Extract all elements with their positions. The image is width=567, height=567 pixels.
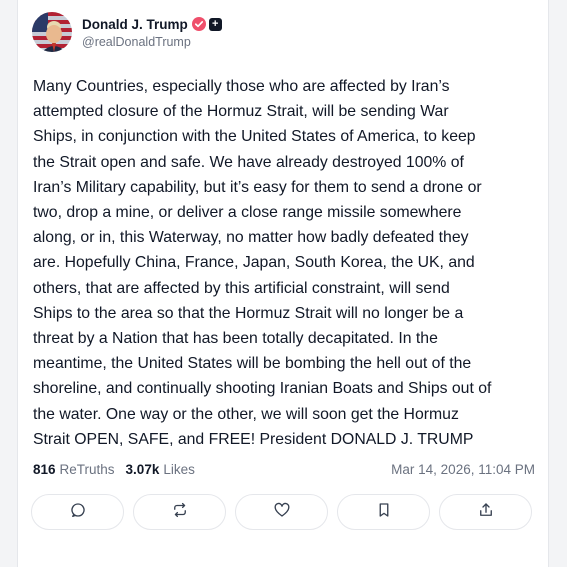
bookmark-button[interactable] [337,494,430,530]
like-button[interactable] [235,494,328,530]
avatar[interactable] [32,12,72,52]
retruths-count[interactable]: 816 [33,462,56,477]
action-bar [31,494,532,530]
share-button[interactable] [439,494,532,530]
post-header: Donald J. Trump + @realDonaldTrump [32,12,222,52]
likes-label[interactable]: Likes [163,462,195,477]
author-names: Donald J. Trump + @realDonaldTrump [82,15,222,49]
share-icon [477,501,495,524]
reply-button[interactable] [31,494,124,530]
post-stats: 816 ReTruths 3.07k Likes Mar 14, 2026, 1… [33,459,535,479]
retruth-button[interactable] [133,494,226,530]
verified-check-icon [191,17,206,31]
post-card: Donald J. Trump + @realDonaldTrump Many … [17,0,549,567]
likes-count[interactable]: 3.07k [126,462,160,477]
user-handle[interactable]: @realDonaldTrump [82,35,222,49]
plus-icon: + [208,17,222,31]
display-name[interactable]: Donald J. Trump [82,17,188,32]
retruths-label[interactable]: ReTruths [60,462,115,477]
bookmark-icon [375,501,393,524]
post-body: Many Countries, especially those who are… [33,78,492,448]
post-timestamp[interactable]: Mar 14, 2026, 11:04 PM [391,462,535,477]
comment-icon [69,501,87,524]
heart-icon [273,501,291,524]
repost-icon [171,501,189,524]
